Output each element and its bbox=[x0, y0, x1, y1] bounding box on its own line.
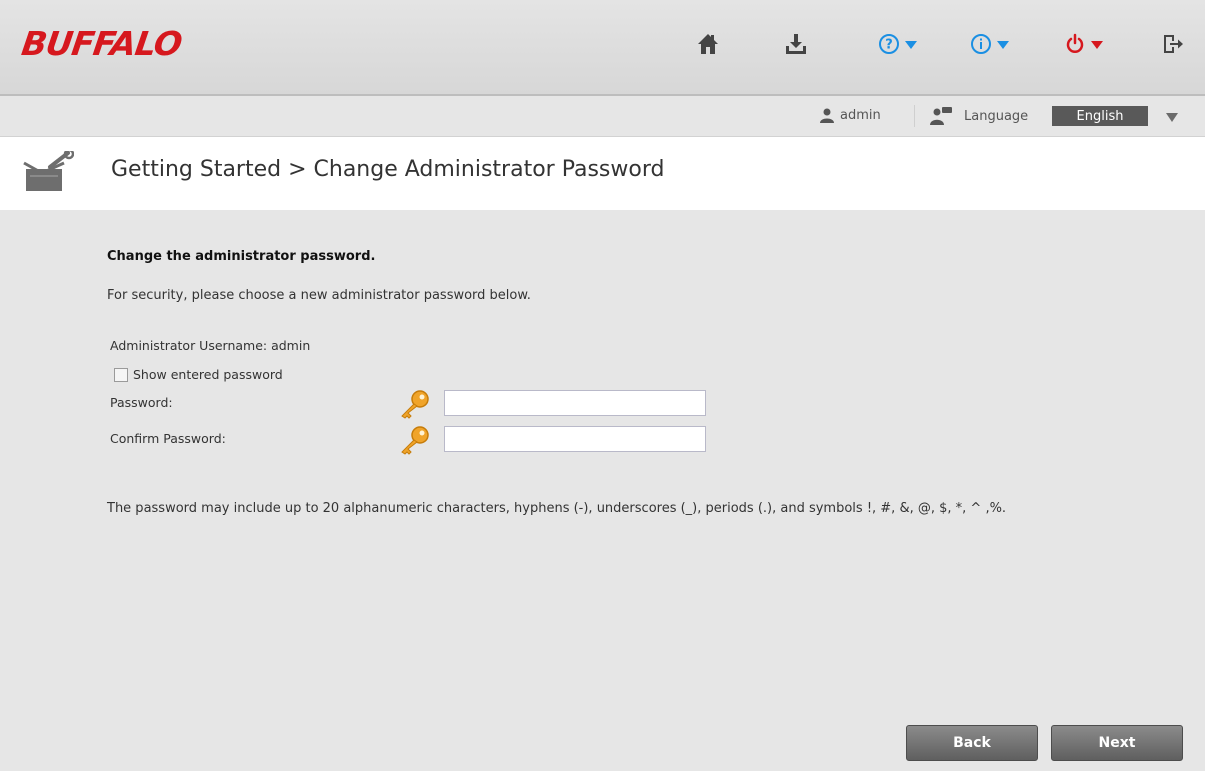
next-button[interactable]: Next bbox=[1051, 725, 1183, 761]
back-button[interactable]: Back bbox=[906, 725, 1038, 761]
password-input[interactable] bbox=[444, 390, 706, 416]
power-icon bbox=[1066, 33, 1084, 53]
header-bar: BUFFALO ? bbox=[0, 0, 1205, 96]
chevron-down-icon bbox=[905, 41, 917, 49]
user-bar: admin Language English bbox=[0, 96, 1205, 137]
user-icon bbox=[820, 108, 834, 123]
language-select[interactable]: English bbox=[1052, 106, 1148, 126]
download-button[interactable] bbox=[784, 30, 808, 58]
username-label: admin bbox=[840, 107, 881, 123]
home-button[interactable] bbox=[696, 30, 720, 58]
language-label: Language bbox=[964, 108, 1029, 124]
info-icon bbox=[971, 34, 991, 54]
toolbox-icon bbox=[23, 151, 74, 191]
confirm-password-label: Confirm Password: bbox=[110, 431, 226, 446]
key-icon bbox=[401, 426, 429, 455]
intro-text: For security, please choose a new admini… bbox=[107, 288, 531, 303]
title-band: Getting Started > Change Administrator P… bbox=[0, 137, 1205, 210]
power-menu-button[interactable] bbox=[1064, 30, 1103, 58]
user-info: admin bbox=[819, 107, 881, 123]
help-icon: ? bbox=[879, 34, 899, 54]
download-icon bbox=[786, 34, 806, 54]
password-rules-note: The password may include up to 20 alphan… bbox=[107, 501, 1007, 516]
help-menu-button[interactable]: ? bbox=[878, 30, 917, 58]
password-label: Password: bbox=[110, 395, 173, 410]
language-label-group: Language bbox=[930, 107, 1028, 125]
main-content: Change the administrator password. For s… bbox=[0, 210, 1205, 771]
section-heading: Change the administrator password. bbox=[107, 249, 376, 264]
chevron-down-icon bbox=[997, 41, 1009, 49]
key-icon bbox=[401, 390, 429, 419]
chevron-down-icon[interactable] bbox=[1166, 113, 1178, 122]
divider bbox=[914, 105, 915, 127]
logout-icon bbox=[1164, 35, 1183, 53]
logout-button[interactable] bbox=[1161, 30, 1185, 58]
home-icon bbox=[698, 34, 718, 54]
chevron-down-icon bbox=[1091, 41, 1103, 49]
show-password-label: Show entered password bbox=[133, 367, 283, 382]
page-title: Getting Started > Change Administrator P… bbox=[111, 157, 665, 182]
show-password-toggle[interactable]: Show entered password bbox=[114, 367, 283, 382]
admin-username-text: Administrator Username: admin bbox=[110, 338, 311, 353]
language-icon bbox=[930, 107, 952, 125]
buffalo-logo: BUFFALO bbox=[19, 24, 184, 63]
show-password-checkbox[interactable] bbox=[114, 367, 128, 382]
svg-text:?: ? bbox=[885, 38, 893, 53]
info-menu-button[interactable] bbox=[970, 30, 1009, 58]
confirm-password-input[interactable] bbox=[444, 426, 706, 452]
